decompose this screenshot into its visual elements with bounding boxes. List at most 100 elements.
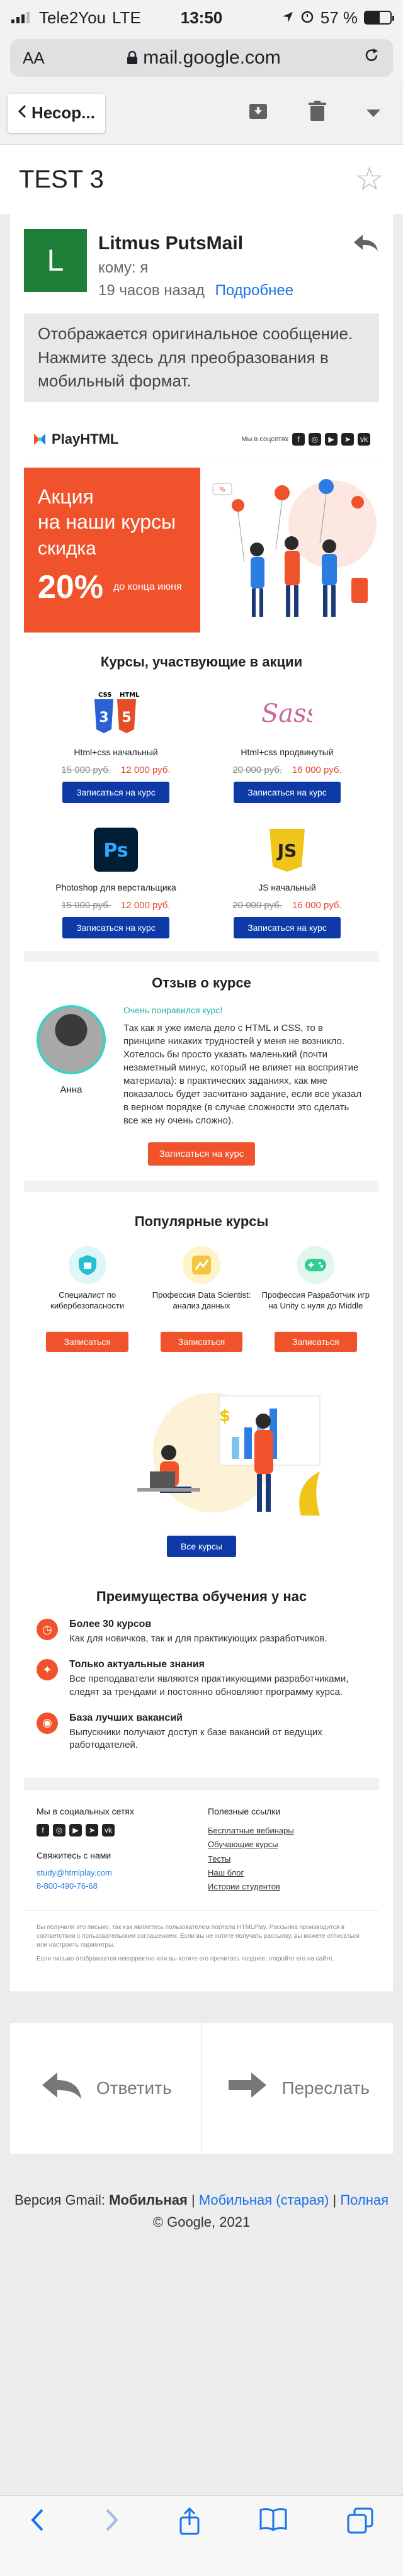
back-label: Несор...	[31, 103, 95, 122]
url-field[interactable]: AA mail.google.com	[10, 39, 393, 77]
popular-enroll-button[interactable]: Записаться	[275, 1332, 357, 1353]
advantage-text: Выпускники получают доступ к базе ваканс…	[69, 1726, 322, 1751]
sender-avatar: L	[24, 229, 87, 292]
review-section: Отзыв о курсе Анна Очень понравился курс…	[24, 975, 379, 1181]
enroll-button[interactable]: Записаться на курс	[234, 782, 341, 804]
advantage-title: Более 30 курсов	[69, 1619, 152, 1630]
advantages-title: Преимущества обучения у нас	[96, 1589, 307, 1605]
reader-mode-button[interactable]: AA	[23, 48, 45, 68]
facebook-icon[interactable]: f	[37, 1824, 49, 1837]
advantage-title: Только актуальные знания	[69, 1659, 205, 1670]
popular-course-name: Профессия Разработчик игр на Unity с нул…	[261, 1290, 370, 1310]
footer-link[interactable]: Обучающие курсы	[208, 1838, 366, 1852]
vk-icon[interactable]: vk	[358, 432, 370, 446]
facebook-icon[interactable]: f	[292, 432, 305, 446]
svg-text:CSS: CSS	[98, 692, 111, 699]
telegram-icon[interactable]: ➤	[341, 432, 354, 446]
battery-fill	[365, 12, 380, 23]
version-mobile: Мобильная	[109, 2191, 188, 2208]
course-name: JS начальный	[258, 882, 316, 893]
safari-bottom-bar	[0, 2495, 403, 2576]
old-price: 15 000 руб.	[61, 900, 111, 911]
reload-icon[interactable]	[363, 47, 380, 69]
playhtml-mark-icon	[33, 432, 47, 446]
address-bar: AA mail.google.com	[0, 35, 403, 82]
star-icon[interactable]: ☆	[355, 160, 384, 198]
browser-forward-icon[interactable]	[105, 2507, 120, 2539]
review-title: Отзыв о курсе	[152, 975, 251, 991]
popular-enroll-button[interactable]: Записаться	[160, 1332, 243, 1353]
archive-icon[interactable]	[248, 101, 268, 125]
youtube-icon[interactable]: ▶	[69, 1824, 82, 1837]
course-name: Html+css продвинутый	[241, 747, 334, 758]
shield-icon	[68, 1246, 106, 1285]
vacancies-icon: ◉	[37, 1712, 58, 1734]
js-logo-icon: JS	[262, 824, 312, 875]
trash-icon[interactable]	[309, 101, 326, 125]
gmail-version-footer: Версия Gmail: Мобильная | Мобильная (ста…	[0, 2154, 403, 2233]
chevron-left-icon	[18, 103, 26, 123]
chart-icon	[182, 1246, 220, 1285]
popular-section: Популярные курсы Специалист по кибербезо…	[24, 1192, 379, 1570]
popular-course: Специалист по кибербезопасности Записать…	[30, 1246, 144, 1353]
sender-card: L Litmus PutsMail кому: я 19 часов назад…	[10, 214, 393, 403]
advantage-item: ✦ Только актуальные знания Все преподава…	[37, 1659, 366, 1699]
reply-button[interactable]: Ответить	[10, 2023, 202, 2154]
sent-time: 19 часов назад	[98, 282, 205, 299]
version-mobile-old-link[interactable]: Мобильная (старая)	[199, 2192, 329, 2208]
forward-button[interactable]: Переслать	[201, 2022, 394, 2154]
email-footer: Мы в социальных сетях f ◎ ▶ ➤ vk Свяжите…	[24, 1789, 379, 1910]
enroll-button[interactable]: Записаться на курс	[62, 917, 169, 939]
signal-icon	[11, 8, 33, 28]
svg-text:JS: JS	[276, 840, 297, 861]
enroll-button[interactable]: Записаться на курс	[234, 917, 341, 939]
original-format-notice[interactable]: Отображается оригинальное сообщение. Наж…	[24, 313, 379, 403]
tabs-icon[interactable]	[347, 2507, 373, 2540]
promo-banner[interactable]: Акция на наши курсы скидка 20% до конца …	[24, 468, 379, 633]
promo-title-line2: на наши курсы	[38, 510, 176, 534]
social-label: Мы в соцсетях	[241, 435, 288, 443]
browser-back-icon[interactable]	[30, 2507, 45, 2539]
back-to-inbox-button[interactable]: Несор...	[8, 93, 105, 133]
promo-percent: 20%	[38, 569, 104, 606]
new-price: 12 000 руб.	[121, 765, 171, 776]
footer-phone-link[interactable]: 8-800-490-76-68	[37, 1881, 195, 1891]
footer-contact-title: Свяжитесь с нами	[37, 1850, 111, 1861]
email-body: PlayHTML Мы в соцсетях f ◎ ▶ ➤ vk Акция …	[10, 402, 393, 1991]
course-card: Ps Photoshop для верстальщика 15 000 руб…	[30, 824, 202, 939]
bookmarks-icon[interactable]	[259, 2507, 287, 2538]
sass-logo-icon: Sass	[262, 689, 312, 740]
reply-icon[interactable]	[351, 229, 379, 300]
advantage-item: ◷ Более 30 курсов Как для новичков, так …	[37, 1619, 366, 1645]
instagram-icon[interactable]: ◎	[309, 432, 321, 446]
footer-email-link[interactable]: study@htmlplay.com	[37, 1868, 195, 1877]
review-headline: Очень понравился курс!	[123, 1005, 223, 1016]
share-icon[interactable]	[179, 2507, 200, 2541]
all-courses-button[interactable]: Все курсы	[167, 1536, 236, 1558]
vk-icon[interactable]: vk	[102, 1824, 115, 1837]
promo-until: до конца июня	[113, 582, 182, 593]
review-enroll-button[interactable]: Записаться на курс	[147, 1142, 256, 1166]
footer-link[interactable]: Тесты	[208, 1852, 366, 1866]
footer-link[interactable]: Истории студентов	[208, 1880, 366, 1894]
course-card: JS JS начальный 20 000 руб. 16 000 руб. З…	[202, 824, 373, 939]
instagram-icon[interactable]: ◎	[53, 1824, 65, 1837]
telegram-icon[interactable]: ➤	[86, 1824, 98, 1837]
knowledge-icon: ✦	[37, 1659, 58, 1681]
reply-arrow-icon	[40, 2070, 84, 2106]
version-full-link[interactable]: Полная	[340, 2192, 389, 2208]
carrier-name: Tele2You	[39, 8, 106, 27]
popular-course: Профессия Разработчик игр на Unity с нул…	[259, 1246, 373, 1353]
playhtml-logo[interactable]: PlayHTML	[33, 431, 118, 447]
youtube-icon[interactable]: ▶	[325, 432, 338, 446]
courses-section: Курсы, участвующие в акции CSS HTML 3 5 Htm…	[24, 633, 379, 951]
more-caret-icon[interactable]	[366, 109, 380, 117]
popular-enroll-button[interactable]: Записаться	[46, 1332, 128, 1353]
details-link[interactable]: Подробнее	[215, 282, 293, 299]
footer-link[interactable]: Наш блог	[208, 1866, 366, 1880]
enroll-button[interactable]: Записаться на курс	[62, 782, 169, 804]
svg-text:%: %	[219, 487, 225, 493]
promo-illustration: %	[200, 468, 379, 633]
new-price: 16 000 руб.	[292, 900, 342, 911]
footer-link[interactable]: Бесплатные вебинары	[208, 1824, 366, 1838]
